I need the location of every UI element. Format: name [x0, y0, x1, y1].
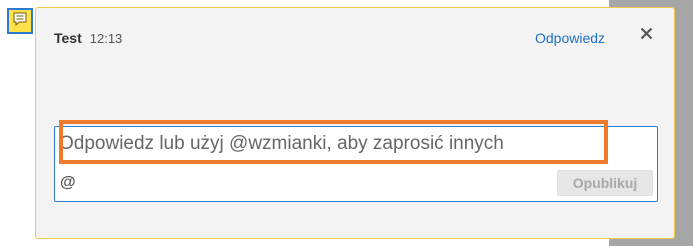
close-icon	[640, 27, 653, 45]
comment-author: Test	[54, 30, 82, 46]
mention-button[interactable]: @	[60, 174, 76, 192]
reply-link[interactable]: Odpowiedz	[535, 30, 605, 46]
text-cursor	[59, 133, 60, 155]
comment-header: Test 12:13	[54, 30, 122, 46]
publish-button[interactable]: Opublikuj	[557, 170, 653, 196]
reply-box: @ Opublikuj	[54, 120, 658, 202]
reply-input[interactable]	[59, 131, 589, 157]
comment-marker[interactable]	[7, 8, 33, 34]
close-button[interactable]	[638, 27, 654, 45]
comment-time: 12:13	[89, 31, 123, 46]
comment-icon	[12, 11, 28, 32]
comment-card: Test 12:13 Odpowiedz @ Opublikuj	[35, 7, 675, 239]
